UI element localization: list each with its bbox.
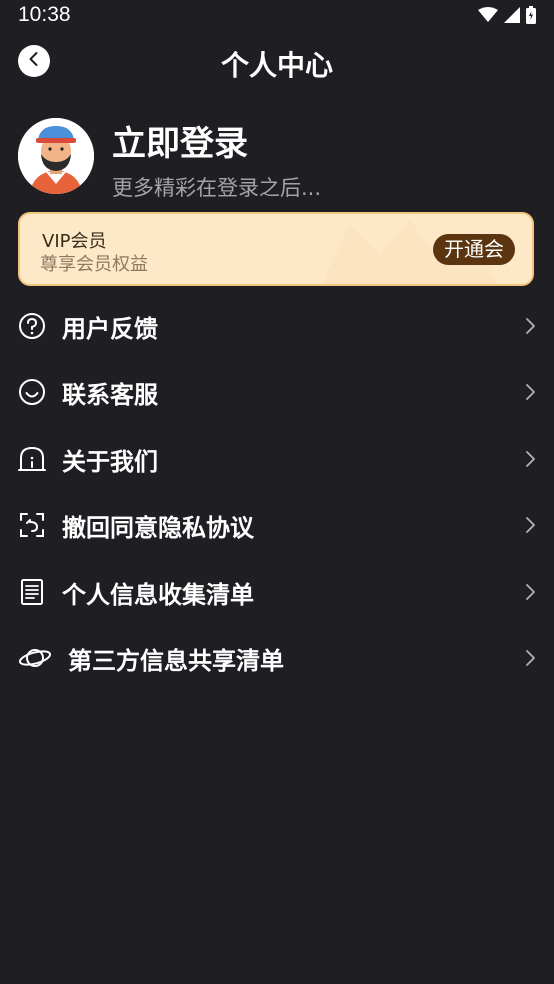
revoke-icon bbox=[18, 511, 46, 539]
header: 个人中心 bbox=[0, 34, 554, 90]
status-time: 10:38 bbox=[18, 3, 71, 26]
menu-item-third-party-sharing-list[interactable]: 第三方信息共享清单 bbox=[0, 626, 554, 692]
signal-icon bbox=[504, 7, 520, 27]
menu-item-label: 撤回同意隐私协议 bbox=[62, 514, 254, 543]
wifi-icon bbox=[478, 7, 498, 27]
menu-item-label: 第三方信息共享清单 bbox=[68, 646, 284, 675]
planet-icon bbox=[18, 644, 52, 672]
vip-card[interactable]: VIP会员 尊享会员权益 开通会 bbox=[18, 212, 534, 286]
menu-item-contact-service[interactable]: 联系客服 bbox=[0, 360, 554, 426]
profile-section[interactable]: 立即登录 更多精彩在登录之后... bbox=[18, 116, 538, 200]
chevron-right-icon bbox=[524, 383, 536, 401]
login-title[interactable]: 立即登录 bbox=[112, 116, 248, 165]
vip-subtitle: 尊享会员权益 bbox=[40, 254, 148, 275]
info-house-icon bbox=[18, 445, 46, 473]
menu-item-revoke-privacy[interactable]: 撤回同意隐私协议 bbox=[0, 493, 554, 559]
menu-item-feedback[interactable]: 用户反馈 bbox=[0, 294, 554, 360]
avatar[interactable] bbox=[18, 118, 94, 194]
chevron-right-icon bbox=[524, 516, 536, 534]
chevron-right-icon bbox=[524, 450, 536, 468]
chevron-right-icon bbox=[524, 583, 536, 601]
menu-item-label: 关于我们 bbox=[62, 447, 158, 476]
vip-open-button[interactable]: 开通会 bbox=[433, 234, 515, 265]
document-list-icon bbox=[18, 578, 46, 606]
menu-item-personal-info-list[interactable]: 个人信息收集清单 bbox=[0, 560, 554, 626]
status-icons bbox=[478, 6, 536, 28]
smile-icon bbox=[18, 378, 46, 406]
question-icon bbox=[18, 312, 46, 340]
battery-icon bbox=[526, 6, 536, 28]
menu-item-label: 用户反馈 bbox=[62, 315, 158, 343]
page-title: 个人中心 bbox=[220, 49, 333, 82]
menu-list: 用户反馈 联系客服 关于我们 撤回同意隐私协议 个人信息收集清单 第三方信息共享… bbox=[0, 294, 554, 692]
menu-item-label: 联系客服 bbox=[62, 381, 158, 410]
menu-item-about-us[interactable]: 关于我们 bbox=[0, 427, 554, 493]
status-bar: 10:38 bbox=[0, 0, 554, 34]
chevron-right-icon bbox=[524, 649, 536, 667]
chevron-right-icon bbox=[524, 317, 536, 335]
menu-item-label: 个人信息收集清单 bbox=[62, 580, 254, 609]
login-subtitle: 更多精彩在登录之后... bbox=[112, 176, 322, 200]
